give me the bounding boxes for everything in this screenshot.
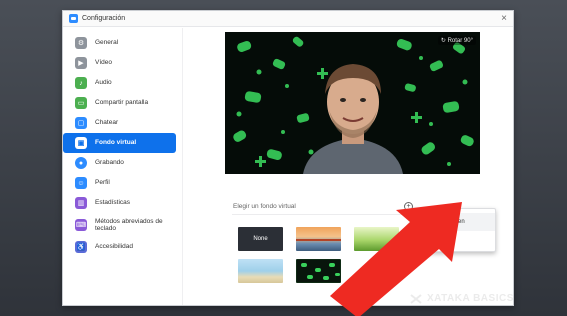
sidebar-item-label: Métodos abreviados de teclado [95, 217, 163, 232]
sidebar-item-label: Fondo virtual [95, 139, 137, 147]
xataka-logo-icon [410, 293, 422, 304]
sidebar-item-keyboard-shortcuts[interactable]: ⌨ Métodos abreviados de teclado [63, 213, 176, 237]
keyboard-icon: ⌨ [75, 219, 87, 231]
thumbnail-gaming-pattern[interactable] [296, 259, 341, 283]
settings-sidebar: ⚙ General ▶ Vídeo ♪ Audio ▭ Compartir pa… [63, 28, 183, 305]
xataka-basics-watermark: XATAKA BASICS [410, 293, 514, 304]
sidebar-item-audio[interactable]: ♪ Audio [63, 73, 176, 93]
sidebar-item-label: Vídeo [95, 59, 112, 67]
thumbnail-grass[interactable] [354, 227, 399, 251]
sidebar-item-profile[interactable]: ☺ Perfil [63, 173, 176, 193]
thumbnail-beach[interactable] [238, 259, 283, 283]
person [303, 64, 403, 174]
sidebar-item-general[interactable]: ⚙ General [63, 33, 176, 53]
settings-window: Configuración × ⚙ General ▶ Vídeo ♪ Audi… [62, 10, 514, 306]
thumbnail-pattern [301, 263, 340, 280]
watermark-text: XATAKA BASICS [427, 293, 514, 304]
chat-icon: ▢ [75, 117, 87, 129]
preview-scene [233, 36, 474, 174]
record-icon: ● [75, 157, 87, 169]
rotate-button[interactable]: ↻ Rotar 90° [437, 36, 476, 45]
headphones-icon: ♪ [75, 77, 87, 89]
window-title: Configuración [82, 15, 126, 22]
thumbnail-label: None [253, 236, 268, 242]
sidebar-item-virtual-background[interactable]: ▣ Fondo virtual [63, 133, 176, 153]
sidebar-item-chat[interactable]: ▢ Chatear [63, 113, 176, 133]
virtual-background-panel: ↻ Rotar 90° Elegir un fondo virtual None [185, 28, 513, 305]
profile-icon: ☺ [75, 177, 87, 189]
sidebar-item-share-screen[interactable]: ▭ Compartir pantalla [63, 93, 176, 113]
sidebar-item-label: Estadísticas [95, 199, 131, 207]
sidebar-item-video[interactable]: ▶ Vídeo [63, 53, 176, 73]
sidebar-item-recording[interactable]: ● Grabando [63, 153, 176, 173]
close-button[interactable]: × [501, 13, 507, 24]
share-screen-icon: ▭ [75, 97, 87, 109]
choose-virtual-background-label: Elegir un fondo virtual [233, 203, 296, 210]
camera-preview: ↻ Rotar 90° [225, 32, 480, 174]
title-bar: Configuración × [63, 11, 513, 27]
sidebar-item-label: Perfil [95, 179, 110, 187]
zoom-app-icon [69, 14, 78, 23]
thumbnail-golden-gate-bridge[interactable] [296, 227, 341, 251]
sidebar-item-statistics[interactable]: ▥ Estadísticas [63, 193, 176, 213]
accessibility-icon: ♿ [75, 241, 87, 253]
sidebar-item-label: Accesibilidad [95, 243, 133, 251]
sidebar-item-label: Compartir pantalla [95, 99, 149, 107]
sidebar-item-label: General [95, 39, 119, 47]
stats-icon: ▥ [75, 197, 87, 209]
sidebar-item-label: Grabando [95, 159, 124, 167]
virtual-background-icon: ▣ [75, 137, 87, 149]
gear-icon: ⚙ [75, 37, 87, 49]
sidebar-item-label: Chatear [95, 119, 119, 127]
thumbnail-none[interactable]: None [238, 227, 283, 251]
add-background-menu: Agregar imagen Añadir vídeo [411, 208, 496, 252]
sidebar-item-label: Audio [95, 79, 112, 87]
menu-item-add-video[interactable]: Añadir vídeo [412, 231, 495, 249]
video-icon: ▶ [75, 57, 87, 69]
sidebar-item-accessibility[interactable]: ♿ Accesibilidad [63, 237, 176, 257]
menu-item-add-image[interactable]: Agregar imagen [412, 213, 495, 231]
